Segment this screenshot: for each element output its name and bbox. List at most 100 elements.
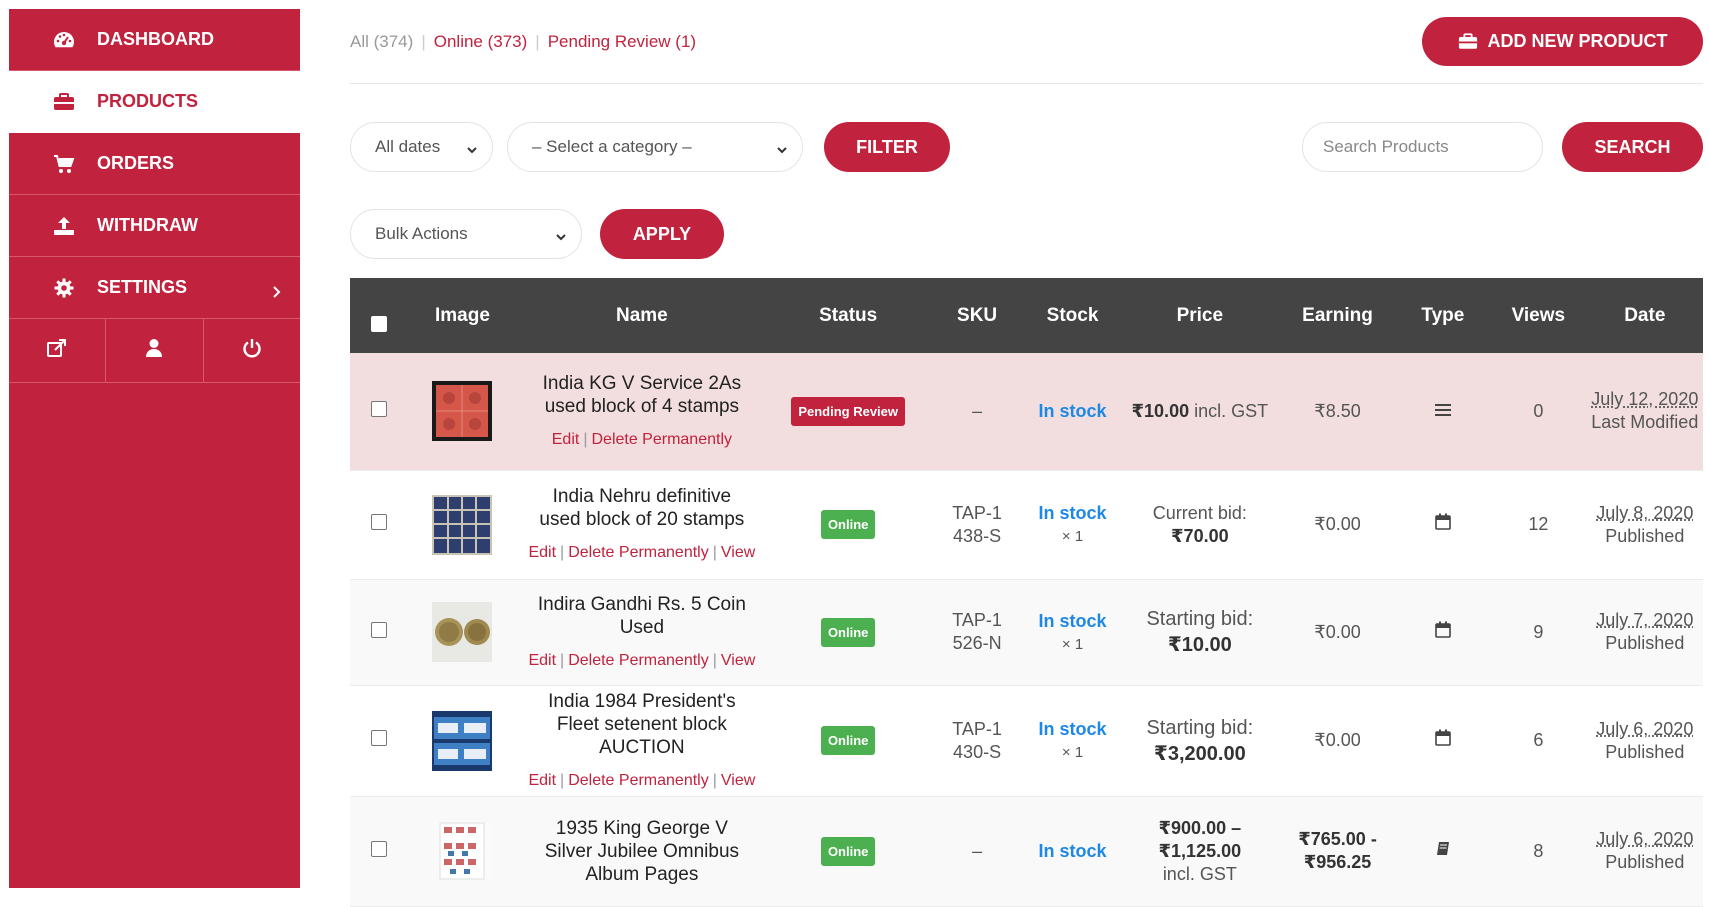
chevron-down-icon bbox=[776, 141, 788, 161]
edit-link[interactable]: Edit bbox=[528, 772, 556, 789]
type-cell bbox=[1396, 353, 1490, 470]
column-header[interactable]: SKU bbox=[929, 278, 1024, 353]
price-cell: Starting bid: ₹10.00 bbox=[1120, 579, 1279, 685]
earning-cell: ₹8.50 bbox=[1279, 353, 1395, 470]
column-header[interactable]: Name bbox=[517, 278, 767, 353]
tab-online[interactable]: Online (373) bbox=[434, 32, 528, 52]
product-thumbnail[interactable] bbox=[432, 602, 492, 662]
status-badge: Online bbox=[821, 726, 875, 755]
profile-button[interactable] bbox=[106, 319, 203, 382]
product-name[interactable]: India 1984 President's Fleet setenent bl… bbox=[519, 690, 765, 759]
price-cell: Starting bid: ₹3,200.00 bbox=[1120, 685, 1279, 796]
product-name-cell: India KG V Service 2As used block of 4 s… bbox=[517, 353, 767, 470]
price-note: incl. GST bbox=[1122, 863, 1277, 886]
row-checkbox[interactable] bbox=[371, 730, 387, 746]
external-link-icon bbox=[46, 338, 68, 363]
date-note: Published bbox=[1589, 741, 1701, 764]
column-header[interactable]: Date bbox=[1587, 278, 1703, 353]
delete-link[interactable]: Delete Permanently bbox=[568, 652, 709, 669]
sidebar-item-dashboard[interactable]: DASHBOARD bbox=[9, 9, 300, 71]
edit-link[interactable]: Edit bbox=[528, 652, 556, 669]
delete-link[interactable]: Delete Permanently bbox=[568, 772, 709, 789]
bulk-actions-select[interactable]: Bulk Actions bbox=[350, 209, 582, 259]
product-name-cell: Indira Gandhi Rs. 5 Coin Used Edit | Delet… bbox=[517, 579, 767, 685]
column-header[interactable]: Type bbox=[1396, 278, 1490, 353]
category-filter-select[interactable]: – Select a category – bbox=[507, 122, 803, 172]
column-header[interactable]: Status bbox=[767, 278, 929, 353]
product-name[interactable]: India Nehru definitive used block of 20 … bbox=[519, 485, 765, 531]
date-cell: July 7, 2020 Published bbox=[1587, 579, 1703, 685]
type-cell bbox=[1396, 685, 1490, 796]
delete-link[interactable]: Delete Permanently bbox=[591, 431, 732, 448]
stock-status: In stock bbox=[1027, 501, 1118, 525]
views-cell: 6 bbox=[1490, 685, 1587, 796]
filter-button[interactable]: FILTER bbox=[824, 122, 950, 172]
tab-pending-review[interactable]: Pending Review (1) bbox=[548, 32, 696, 52]
edit-link[interactable]: Edit bbox=[528, 544, 556, 561]
product-name[interactable]: India KG V Service 2As used block of 4 s… bbox=[519, 372, 765, 418]
stock-status: In stock bbox=[1027, 609, 1118, 633]
product-name[interactable]: 1935 King George V Silver Jubilee Omnibu… bbox=[519, 817, 765, 886]
apply-button[interactable]: APPLY bbox=[600, 209, 724, 259]
sidebar-item-products[interactable]: PRODUCTS bbox=[9, 71, 300, 133]
views-cell: 8 bbox=[1490, 796, 1587, 906]
column-header[interactable]: Image bbox=[408, 278, 517, 353]
date-value: July 8, 2020 bbox=[1589, 502, 1701, 525]
sidebar-item-orders[interactable]: ORDERS bbox=[9, 133, 300, 195]
dashboard-icon bbox=[49, 30, 79, 50]
sidebar-item-settings[interactable]: SETTINGS bbox=[9, 257, 300, 319]
product-thumbnail[interactable] bbox=[432, 711, 492, 771]
date-note: Last Modified bbox=[1589, 411, 1701, 434]
date-note: Published bbox=[1589, 632, 1701, 655]
column-header[interactable]: Stock bbox=[1025, 278, 1120, 353]
sku-cell: – bbox=[929, 796, 1024, 906]
power-icon bbox=[242, 338, 262, 363]
add-new-product-button[interactable]: ADD NEW PRODUCT bbox=[1422, 17, 1703, 66]
row-checkbox-cell bbox=[350, 685, 408, 796]
search-input[interactable] bbox=[1302, 122, 1543, 172]
type-cell bbox=[1396, 796, 1490, 906]
product-image-cell bbox=[408, 353, 517, 470]
price-cell: ₹10.00 incl. GST bbox=[1120, 353, 1279, 470]
price-amount: ₹70.00 bbox=[1171, 526, 1229, 546]
delete-link[interactable]: Delete Permanently bbox=[568, 544, 709, 561]
product-thumbnail[interactable] bbox=[432, 495, 492, 555]
product-name[interactable]: Indira Gandhi Rs. 5 Coin Used bbox=[519, 593, 765, 639]
product-image-cell bbox=[408, 796, 517, 906]
product-image-cell bbox=[408, 579, 517, 685]
sidebar-item-withdraw[interactable]: WITHDRAW bbox=[9, 195, 300, 257]
row-checkbox[interactable] bbox=[371, 622, 387, 638]
view-link[interactable]: View bbox=[721, 544, 755, 561]
row-checkbox[interactable] bbox=[371, 841, 387, 857]
product-thumbnail[interactable] bbox=[432, 821, 492, 881]
table-row: India KG V Service 2As used block of 4 s… bbox=[350, 353, 1703, 470]
calendar-icon bbox=[1435, 622, 1451, 642]
column-header[interactable]: Price bbox=[1120, 278, 1279, 353]
date-filter-select[interactable]: All dates bbox=[350, 122, 493, 172]
product-name-cell: 1935 King George V Silver Jubilee Omnibu… bbox=[517, 796, 767, 906]
column-header[interactable]: Earning bbox=[1279, 278, 1395, 353]
chevron-right-icon bbox=[272, 283, 282, 304]
view-link[interactable]: View bbox=[721, 772, 755, 789]
price-label: Starting bid: bbox=[1122, 715, 1277, 741]
row-checkbox[interactable] bbox=[371, 514, 387, 530]
type-cell bbox=[1396, 579, 1490, 685]
date-cell: July 12, 2020 Last Modified bbox=[1587, 353, 1703, 470]
logout-button[interactable] bbox=[204, 319, 300, 382]
product-thumbnail[interactable] bbox=[432, 381, 492, 441]
column-header[interactable]: Views bbox=[1490, 278, 1587, 353]
view-link[interactable]: View bbox=[721, 652, 755, 669]
add-new-product-label: ADD NEW PRODUCT bbox=[1488, 31, 1668, 52]
stock-status: In stock bbox=[1027, 717, 1118, 741]
stock-cell: In stock × 1 bbox=[1025, 685, 1120, 796]
tab-all[interactable]: All (374) bbox=[350, 32, 413, 52]
search-button[interactable]: SEARCH bbox=[1562, 122, 1703, 172]
earning-cell: ₹0.00 bbox=[1279, 685, 1395, 796]
date-cell: July 6, 2020 Published bbox=[1587, 685, 1703, 796]
date-value: July 7, 2020 bbox=[1589, 609, 1701, 632]
date-value: July 12, 2020 bbox=[1589, 388, 1701, 411]
edit-link[interactable]: Edit bbox=[552, 431, 580, 448]
select-all-checkbox[interactable] bbox=[371, 316, 387, 332]
visit-store-button[interactable] bbox=[9, 319, 106, 382]
row-checkbox[interactable] bbox=[371, 401, 387, 417]
